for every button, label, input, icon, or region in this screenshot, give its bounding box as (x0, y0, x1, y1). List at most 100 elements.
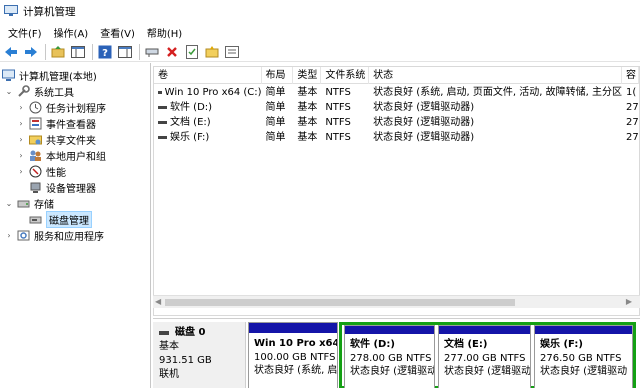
chevron-right-icon[interactable]: › (16, 135, 26, 144)
table-row[interactable]: 娱乐 (F:) 简单 基本 NTFS 状态良好 (逻辑驱动器) 27 (154, 130, 639, 145)
chevron-right-icon[interactable]: › (16, 167, 26, 176)
table-row[interactable]: 文档 (E:) 简单 基本 NTFS 状态良好 (逻辑驱动器) 27 (154, 115, 639, 130)
chevron-right-icon[interactable]: › (16, 151, 26, 160)
menu-help[interactable]: 帮助(H) (141, 25, 188, 40)
disk-graphical-view: 磁盘 0 基本 931.51 GB 联机 Win 10 Pro x64 100.… (153, 318, 640, 388)
type-cell: 基本 (297, 117, 318, 128)
toolbar-separator (92, 43, 93, 60)
disk-type: 基本 (159, 341, 179, 352)
filesystem-cell: NTFS (325, 87, 351, 98)
disk-management-icon (29, 216, 42, 223)
disk-icon (159, 331, 169, 335)
show-pane-icon[interactable] (116, 43, 134, 61)
chevron-down-icon[interactable]: ⌄ (4, 199, 14, 208)
chevron-right-icon[interactable]: › (16, 119, 26, 128)
partition-name: 软件 (D:) (350, 339, 395, 350)
users-icon (30, 150, 41, 161)
type-cell: 基本 (297, 102, 318, 113)
column-header-volume[interactable]: 卷 (154, 67, 262, 84)
volume-name: 娱乐 (F:) (170, 132, 210, 143)
volume-icon (158, 136, 167, 139)
layout-cell: 简单 (265, 117, 286, 128)
toolbar-separator (139, 43, 140, 60)
column-header-status[interactable]: 状态 (369, 67, 623, 84)
tools-icon (18, 84, 30, 97)
computer-management-icon (2, 69, 15, 81)
volume-name: Win 10 Pro x64 (C:) (164, 87, 262, 98)
tree-item-system-tools[interactable]: ⌄ 系统工具 (4, 83, 74, 99)
device-manager-icon (30, 182, 41, 193)
partition-d[interactable]: 软件 (D:) 278.00 GB NTFS 状态良好 (逻辑驱动 (344, 325, 435, 388)
console-tree-icon[interactable] (69, 43, 87, 61)
capacity-cell: 27 (626, 117, 639, 128)
event-viewer-icon (29, 117, 42, 129)
connect-icon[interactable] (143, 43, 161, 61)
volume-name: 软件 (D:) (170, 102, 213, 113)
column-header-capacity[interactable]: 容 (622, 67, 639, 84)
disk-size: 931.51 GB (159, 355, 212, 366)
partition-e[interactable]: 文档 (E:) 277.00 GB NTFS 状态良好 (逻辑驱动 (438, 325, 531, 388)
layout-cell: 简单 (265, 102, 286, 113)
svg-text:?: ? (102, 48, 108, 59)
partition-status: 状态良好 (逻辑驱动 (540, 366, 628, 377)
tree-item-performance[interactable]: › 性能 (16, 163, 66, 179)
performance-icon (29, 165, 42, 177)
horizontal-scrollbar[interactable]: ◀ ▶ (153, 295, 640, 308)
volume-name: 文档 (E:) (170, 117, 211, 128)
tree-item-device-manager[interactable]: 设备管理器 (29, 179, 96, 195)
toolbar: ? (0, 42, 640, 62)
capacity-cell: 27 (626, 102, 639, 113)
export-icon[interactable] (223, 43, 241, 61)
back-arrow-icon[interactable] (2, 43, 20, 61)
tree-label: 系统工具 (34, 87, 74, 99)
properties-icon[interactable] (183, 43, 201, 61)
help-icon[interactable]: ? (96, 43, 114, 61)
tree-item-task-scheduler[interactable]: › 任务计划程序 (16, 99, 106, 115)
partition-status: 状态良好 (逻辑驱动 (444, 366, 531, 377)
disk-name-row: 磁盘 0 (159, 326, 239, 340)
chevron-right-icon[interactable]: › (16, 103, 26, 112)
column-header-filesystem[interactable]: 文件系统 (321, 67, 370, 84)
menu-action[interactable]: 操作(A) (48, 25, 95, 40)
new-folder-icon[interactable] (203, 43, 221, 61)
delete-icon[interactable] (163, 43, 181, 61)
up-folder-icon[interactable] (49, 43, 67, 61)
partition-text: 软件 (D:) 278.00 GB NTFS 状态良好 (逻辑驱动 (345, 334, 434, 383)
tree-item-shared-folders[interactable]: › 共享文件夹 (16, 131, 96, 147)
partition-bar (249, 323, 337, 333)
column-header-layout[interactable]: 布局 (262, 67, 294, 84)
table-row[interactable]: 软件 (D:) 简单 基本 NTFS 状态良好 (逻辑驱动器) 27 (154, 100, 639, 115)
partition-text: 娱乐 (F:) 276.50 GB NTFS 状态良好 (逻辑驱动 (535, 334, 632, 383)
tree-item-disk-management[interactable]: 磁盘管理 (29, 210, 92, 228)
partition-name: 文档 (E:) (444, 339, 488, 350)
tree-item-local-users[interactable]: › 本地用户和组 (16, 147, 106, 163)
partition-bar (535, 326, 632, 334)
partition-f[interactable]: 娱乐 (F:) 276.50 GB NTFS 状态良好 (逻辑驱动 (534, 325, 633, 388)
partition-bar (345, 326, 434, 334)
column-header-type[interactable]: 类型 (293, 67, 322, 84)
capacity-cell: 27 (626, 132, 639, 143)
forward-arrow-icon[interactable] (22, 43, 40, 61)
partition-c[interactable]: Win 10 Pro x64 100.00 GB NTFS 状态良好 (系统, … (248, 322, 338, 388)
type-cell: 基本 (297, 132, 318, 143)
tree-item-event-viewer[interactable]: › 事件查看器 (16, 115, 96, 131)
tree-label: 磁盘管理 (46, 210, 92, 228)
table-row[interactable]: Win 10 Pro x64 (C:) 简单 基本 NTFS 状态良好 (系统,… (154, 85, 639, 100)
tree-item-storage[interactable]: ⌄ 存储 (4, 195, 54, 211)
tree-label: 性能 (46, 167, 66, 179)
chevron-right-icon[interactable]: › (4, 231, 14, 240)
layout-cell: 简单 (265, 132, 286, 143)
tree-item-services-apps[interactable]: › 服务和应用程序 (4, 227, 104, 243)
chevron-down-icon[interactable]: ⌄ (4, 87, 14, 96)
status-cell: 状态良好 (逻辑驱动器) (373, 132, 475, 143)
menu-view[interactable]: 查看(V) (94, 25, 141, 40)
tree-item-computer-management[interactable]: 计算机管理(本地) (2, 67, 97, 83)
scroll-right-icon[interactable]: ▶ (626, 297, 632, 306)
volume-list-header: 卷 布局 类型 文件系统 状态 容 (154, 67, 639, 84)
volume-icon (158, 106, 167, 109)
scrollbar-thumb[interactable] (165, 299, 515, 306)
scroll-left-icon[interactable]: ◀ (155, 297, 161, 306)
disk-info[interactable]: 磁盘 0 基本 931.51 GB 联机 (153, 322, 246, 388)
menu-file[interactable]: 文件(F) (2, 25, 48, 40)
partition-name: 娱乐 (F:) (540, 339, 583, 350)
